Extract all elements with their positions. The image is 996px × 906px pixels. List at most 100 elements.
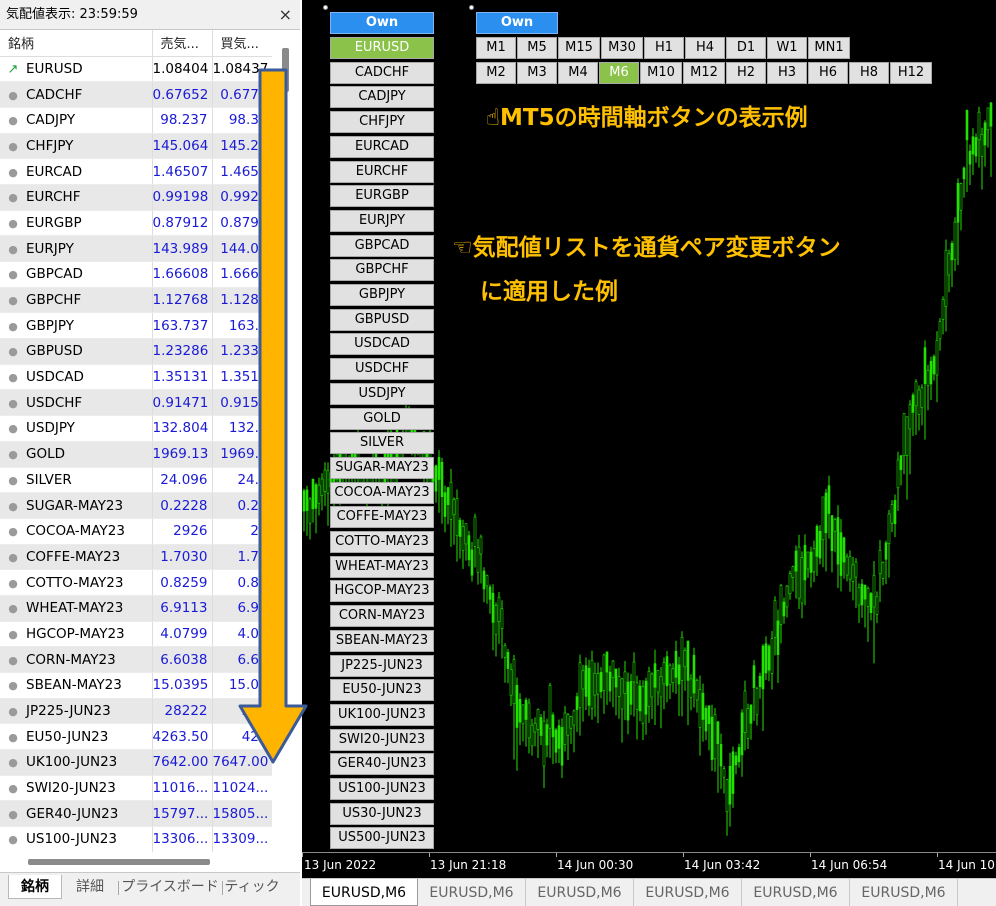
symbol-button[interactable]: UK100-JUN23 xyxy=(330,703,434,726)
tab-details[interactable]: 詳細 xyxy=(64,875,116,899)
timeframe-button[interactable]: M4 xyxy=(558,62,598,84)
table-row[interactable]: ● COTTO-MAY23 0.8259 0.82 xyxy=(0,569,272,596)
symbol-cell[interactable]: ● GOLD xyxy=(0,441,153,468)
symbol-cell[interactable]: ● SWI20-JUN23 xyxy=(0,775,153,802)
table-row[interactable]: ● UK100-JUN23 7642.00 7647.00 xyxy=(0,749,272,776)
timeframe-own-button[interactable]: Own xyxy=(476,12,558,34)
symbol-button[interactable]: GER40-JUN23 xyxy=(330,753,434,776)
symbol-cell[interactable]: ● GBPJPY xyxy=(0,312,153,340)
table-row[interactable]: ● JP225-JUN23 28222 282 xyxy=(0,698,272,725)
symbol-cell[interactable]: ● US100-JUN23 xyxy=(0,826,153,852)
column-header-symbol[interactable]: 銘柄 xyxy=(0,30,153,57)
symbol-button[interactable]: SILVER xyxy=(330,432,434,455)
vertical-scroll-thumb[interactable] xyxy=(282,48,289,92)
anchor-dot[interactable] xyxy=(469,5,474,10)
column-header-ask[interactable]: 買気... xyxy=(212,30,272,57)
horizontal-scrollbar[interactable] xyxy=(0,852,300,872)
table-row[interactable]: ● GBPUSD 1.23286 1.2332 xyxy=(0,338,272,365)
timeframe-button[interactable]: M12 xyxy=(683,62,725,84)
horizontal-scroll-thumb[interactable] xyxy=(28,859,210,865)
table-row[interactable]: ● USDCAD 1.35131 1.3519 xyxy=(0,364,272,391)
timeframe-button[interactable]: H1 xyxy=(644,37,684,59)
symbol-button[interactable]: JP225-JUN23 xyxy=(330,654,434,677)
symbol-cell[interactable]: ● GER40-JUN23 xyxy=(0,800,153,828)
symbol-cell[interactable]: ● CHFJPY xyxy=(0,133,153,160)
symbol-cell[interactable]: ● GBPUSD xyxy=(0,338,153,365)
symbol-own-button[interactable]: Own xyxy=(330,12,434,34)
chart-tab[interactable]: EURUSD,M6 xyxy=(850,879,958,906)
symbol-button[interactable]: USDCAD xyxy=(330,333,434,356)
symbol-cell[interactable]: ● COFFE-MAY23 xyxy=(0,544,153,571)
timeframe-button[interactable]: M1 xyxy=(476,37,516,59)
timeframe-button[interactable]: M2 xyxy=(476,62,516,84)
table-row[interactable]: ● EURCAD 1.46507 1.4654 xyxy=(0,158,272,185)
symbol-button[interactable]: US30-JUN23 xyxy=(330,802,434,825)
symbol-button[interactable]: GBPJPY xyxy=(330,284,434,306)
table-row[interactable]: ● EURCHF 0.99198 0.9922 xyxy=(0,184,272,211)
tab-symbols[interactable]: 銘柄 xyxy=(8,875,62,899)
timeframe-button[interactable]: H8 xyxy=(849,62,889,84)
timeframe-button[interactable]: M15 xyxy=(558,37,600,59)
table-row[interactable]: ● SBEAN-MAY23 15.0395 15.05 xyxy=(0,672,272,699)
table-row[interactable]: ● EURGBP 0.87912 0.8794 xyxy=(0,210,272,237)
symbol-button[interactable]: CADCHF xyxy=(330,61,434,84)
table-row[interactable]: ● GOLD 1969.13 1969.7 xyxy=(0,441,272,468)
symbol-cell[interactable]: ● EURJPY xyxy=(0,235,153,262)
symbol-cell[interactable]: ● CADCHF xyxy=(0,81,153,108)
symbol-button[interactable]: EU50-JUN23 xyxy=(330,679,434,702)
symbol-cell[interactable]: ● COCOA-MAY23 xyxy=(0,518,153,545)
table-row[interactable]: ● COCOA-MAY23 2926 29 xyxy=(0,518,272,545)
timeframe-button[interactable]: M10 xyxy=(640,62,682,84)
table-row[interactable]: ● CADJPY 98.237 98.31 xyxy=(0,107,272,134)
symbol-cell[interactable]: ● CADJPY xyxy=(0,107,153,134)
table-row[interactable]: ● SWI20-JUN23 11016... 11024... xyxy=(0,775,272,802)
table-row[interactable]: ↗ EURUSD 1.08404 1.08437 xyxy=(0,56,272,83)
symbol-cell[interactable]: ● EURCHF xyxy=(0,184,153,211)
symbol-button[interactable]: EURJPY xyxy=(330,209,434,232)
chart-tab[interactable]: EURUSD,M6 xyxy=(526,879,634,906)
symbol-cell[interactable]: ● USDJPY xyxy=(0,415,153,442)
table-row[interactable]: ● SILVER 24.096 24.1 xyxy=(0,467,272,494)
column-header-bid[interactable]: 売気... xyxy=(152,30,213,57)
table-row[interactable]: ● GER40-JUN23 15797... 15805... xyxy=(0,800,272,828)
symbol-cell[interactable]: ● EU50-JUN23 xyxy=(0,723,153,751)
symbol-button[interactable]: CADJPY xyxy=(330,86,434,109)
table-row[interactable]: ● CHFJPY 145.064 145.23 xyxy=(0,133,272,160)
symbol-cell[interactable]: ● HGCOP-MAY23 xyxy=(0,621,153,648)
symbol-button[interactable]: EURCHF xyxy=(330,160,434,183)
symbol-button[interactable]: COFFE-MAY23 xyxy=(330,506,434,529)
vertical-scrollbar[interactable] xyxy=(272,30,300,852)
table-row[interactable]: ● US100-JUN23 13306... 13309... xyxy=(0,826,272,852)
table-row[interactable]: ● USDJPY 132.804 132.8 xyxy=(0,415,272,442)
tab-price-board[interactable]: プライスボード xyxy=(120,875,220,899)
symbol-cell[interactable]: ● USDCAD xyxy=(0,364,153,391)
symbol-button[interactable]: GBPCAD xyxy=(330,234,434,257)
symbol-button[interactable]: SWI20-JUN23 xyxy=(330,728,434,751)
symbol-cell[interactable]: ● SUGAR-MAY23 xyxy=(0,492,153,519)
symbol-button[interactable]: COCOA-MAY23 xyxy=(330,481,434,504)
symbol-button[interactable]: USDJPY xyxy=(330,382,434,405)
symbol-cell[interactable]: ● COTTO-MAY23 xyxy=(0,569,153,596)
timeframe-button[interactable]: H3 xyxy=(767,62,807,84)
timeframe-button[interactable]: H2 xyxy=(726,62,766,84)
table-row[interactable]: ● EURJPY 143.989 144.02 xyxy=(0,235,272,262)
symbol-button[interactable]: COTTO-MAY23 xyxy=(330,531,434,553)
symbol-cell[interactable]: ● USDCHF xyxy=(0,389,153,417)
symbol-cell[interactable]: ● JP225-JUN23 xyxy=(0,698,153,725)
timeframe-button[interactable]: MN1 xyxy=(808,37,850,59)
table-row[interactable]: ● CORN-MAY23 6.6038 6.61 xyxy=(0,646,272,673)
symbol-button[interactable]: SBEAN-MAY23 xyxy=(330,629,434,652)
symbol-button[interactable]: EURUSD xyxy=(330,37,434,59)
symbol-cell[interactable]: ● EURGBP xyxy=(0,210,153,237)
table-row[interactable]: ● HGCOP-MAY23 4.0799 4.08 xyxy=(0,621,272,648)
timeframe-button[interactable]: M5 xyxy=(517,37,557,59)
symbol-button[interactable]: CHFJPY xyxy=(330,111,434,134)
chart-tab[interactable]: EURUSD,M6 xyxy=(418,879,526,906)
symbol-cell[interactable]: ● SBEAN-MAY23 xyxy=(0,672,153,699)
symbol-cell[interactable]: ● SILVER xyxy=(0,467,153,494)
symbol-cell[interactable]: ● CORN-MAY23 xyxy=(0,646,153,673)
symbol-button[interactable]: US500-JUN23 xyxy=(330,827,434,850)
timeframe-button[interactable]: H12 xyxy=(890,62,932,84)
symbol-button[interactable]: EURCAD xyxy=(330,135,434,158)
symbol-button[interactable]: EURGBP xyxy=(330,185,434,208)
